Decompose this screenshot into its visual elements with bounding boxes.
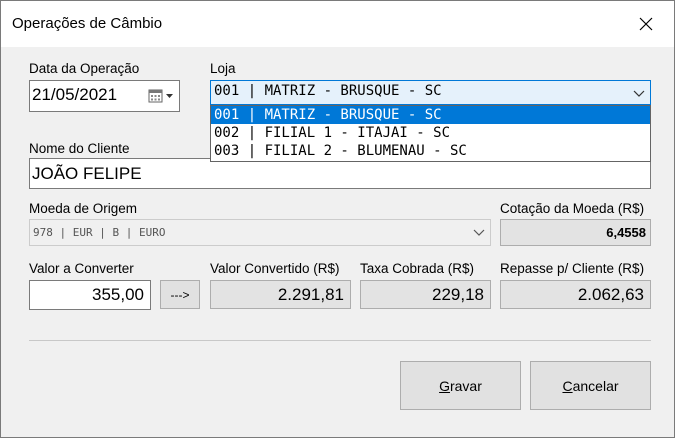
converted-field: 2.291,81 [210, 280, 351, 309]
store-option[interactable]: 003 | FILIAL 2 - BLUMENAU - SC [211, 142, 650, 160]
store-dropdown-list: 001 | MATRIZ - BRUSQUE - SC 002 | FILIAL… [210, 105, 651, 162]
separator [29, 340, 651, 341]
store-select[interactable]: 001 | MATRIZ - BRUSQUE - SC [210, 80, 651, 105]
rate-value: 6,4558 [606, 225, 646, 240]
store-label: Loja [210, 61, 236, 76]
date-label: Data da Operação [29, 61, 140, 76]
currency-selected-value: 978 | EUR | B | EURO [33, 226, 166, 239]
transfer-value: 2.062,63 [577, 285, 644, 304]
cancel-button-label: ancelar [572, 377, 619, 394]
chevron-down-icon [473, 229, 485, 236]
converted-value: 2.291,81 [277, 285, 344, 304]
rate-label: Cotação da Moeda (R$) [500, 201, 645, 216]
transfer-field: 2.062,63 [500, 280, 651, 309]
convert-button[interactable]: ---> [160, 280, 200, 309]
store-option[interactable]: 001 | MATRIZ - BRUSQUE - SC [211, 106, 650, 124]
transfer-label: Repasse p/ Cliente (R$) [500, 261, 645, 276]
currency-select[interactable]: 978 | EUR | B | EURO [29, 219, 491, 246]
window-title: Operações de Câmbio [12, 15, 163, 32]
exchange-dialog: Operações de Câmbio Data da Operação 21/… [0, 0, 675, 438]
converted-label: Valor Convertido (R$) [210, 261, 340, 276]
cancel-button-mnemonic: C [562, 377, 573, 394]
fee-value: 229,18 [432, 285, 484, 304]
store-selected-value: 001 | MATRIZ - BRUSQUE - SC [214, 83, 442, 99]
amount-label: Valor a Converter [29, 261, 134, 276]
client-label: Nome do Cliente [29, 141, 130, 156]
amount-input[interactable]: 355,00 [29, 280, 151, 310]
client-name-value: JOÃO FELIPE [32, 164, 142, 183]
fee-label: Taxa Cobrada (R$) [360, 261, 475, 276]
cancel-button[interactable]: Cancelar [530, 361, 651, 410]
title-bar: Operações de Câmbio [1, 1, 674, 47]
calendar-icon[interactable] [148, 89, 176, 103]
chevron-down-icon [633, 90, 645, 97]
save-button-label: ravar [449, 377, 482, 394]
fee-field: 229,18 [360, 280, 491, 309]
amount-value: 355,00 [92, 285, 144, 304]
rate-field: 6,4558 [500, 219, 651, 246]
close-icon [639, 17, 653, 31]
date-picker[interactable]: 21/05/2021 [29, 80, 180, 112]
store-option[interactable]: 002 | FILIAL 1 - ITAJAI - SC [211, 124, 650, 142]
date-value: 21/05/2021 [32, 85, 118, 104]
currency-label: Moeda de Origem [29, 201, 138, 216]
save-button-mnemonic: G [439, 377, 450, 394]
close-button[interactable] [629, 9, 663, 39]
save-button[interactable]: Gravar [400, 361, 521, 410]
client-name-input[interactable]: JOÃO FELIPE [29, 158, 651, 189]
